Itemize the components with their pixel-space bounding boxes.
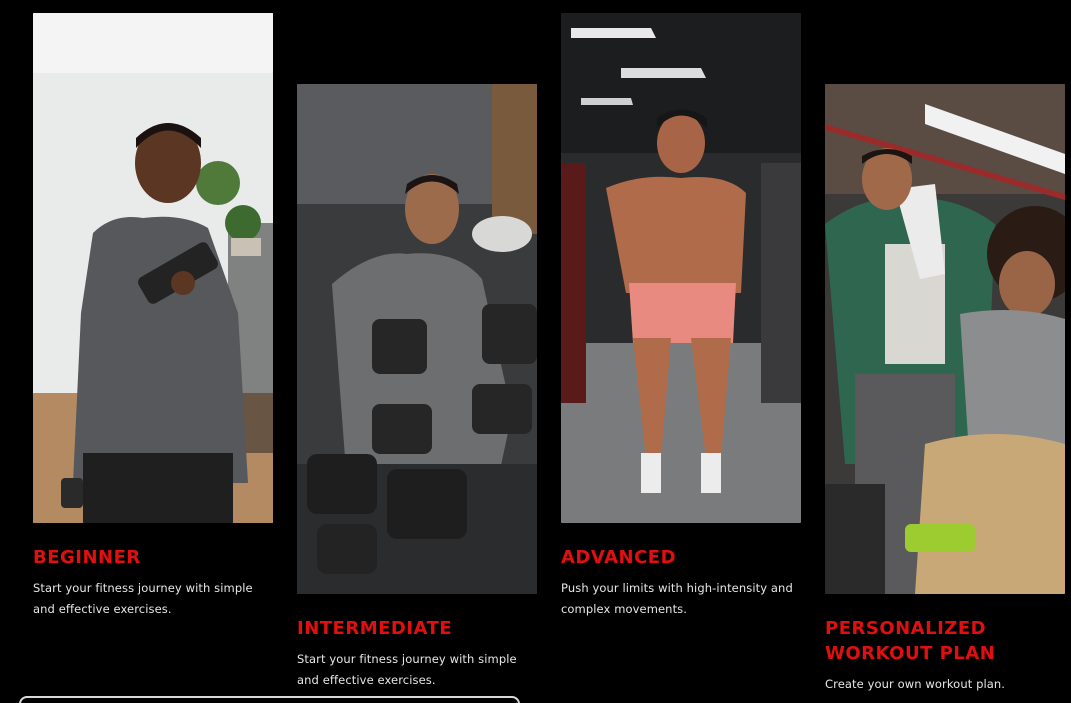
level-card-personalized-plan[interactable]: PERSONALIZED WORKOUT PLAN Create your ow…	[825, 84, 1065, 695]
level-card-beginner[interactable]: BEGINNER Start your fitness journey with…	[33, 13, 273, 620]
level-description: Create your own workout plan.	[825, 677, 1006, 691]
level-title: ADVANCED	[561, 547, 677, 568]
level-card-intermediate[interactable]: INTERMEDIATE Start your fitness journey …	[297, 84, 537, 691]
intermediate-photo	[297, 84, 537, 594]
beginner-photo	[33, 13, 273, 523]
bottom-panel-edge	[19, 696, 520, 703]
level-description: Start your fitness journey with simple a…	[33, 581, 253, 616]
level-title: INTERMEDIATE	[297, 618, 453, 639]
level-description: Start your fitness journey with simple a…	[297, 652, 517, 687]
personalized-plan-photo	[825, 84, 1065, 594]
level-title: BEGINNER	[33, 547, 141, 568]
level-description: Push your limits with high-intensity and…	[561, 581, 793, 616]
advanced-photo	[561, 13, 801, 523]
fitness-levels-section: BEGINNER Start your fitness journey with…	[0, 0, 1071, 703]
level-card-advanced[interactable]: ADVANCED Push your limits with high-inte…	[561, 13, 801, 620]
level-title: PERSONALIZED WORKOUT PLAN	[825, 618, 996, 664]
